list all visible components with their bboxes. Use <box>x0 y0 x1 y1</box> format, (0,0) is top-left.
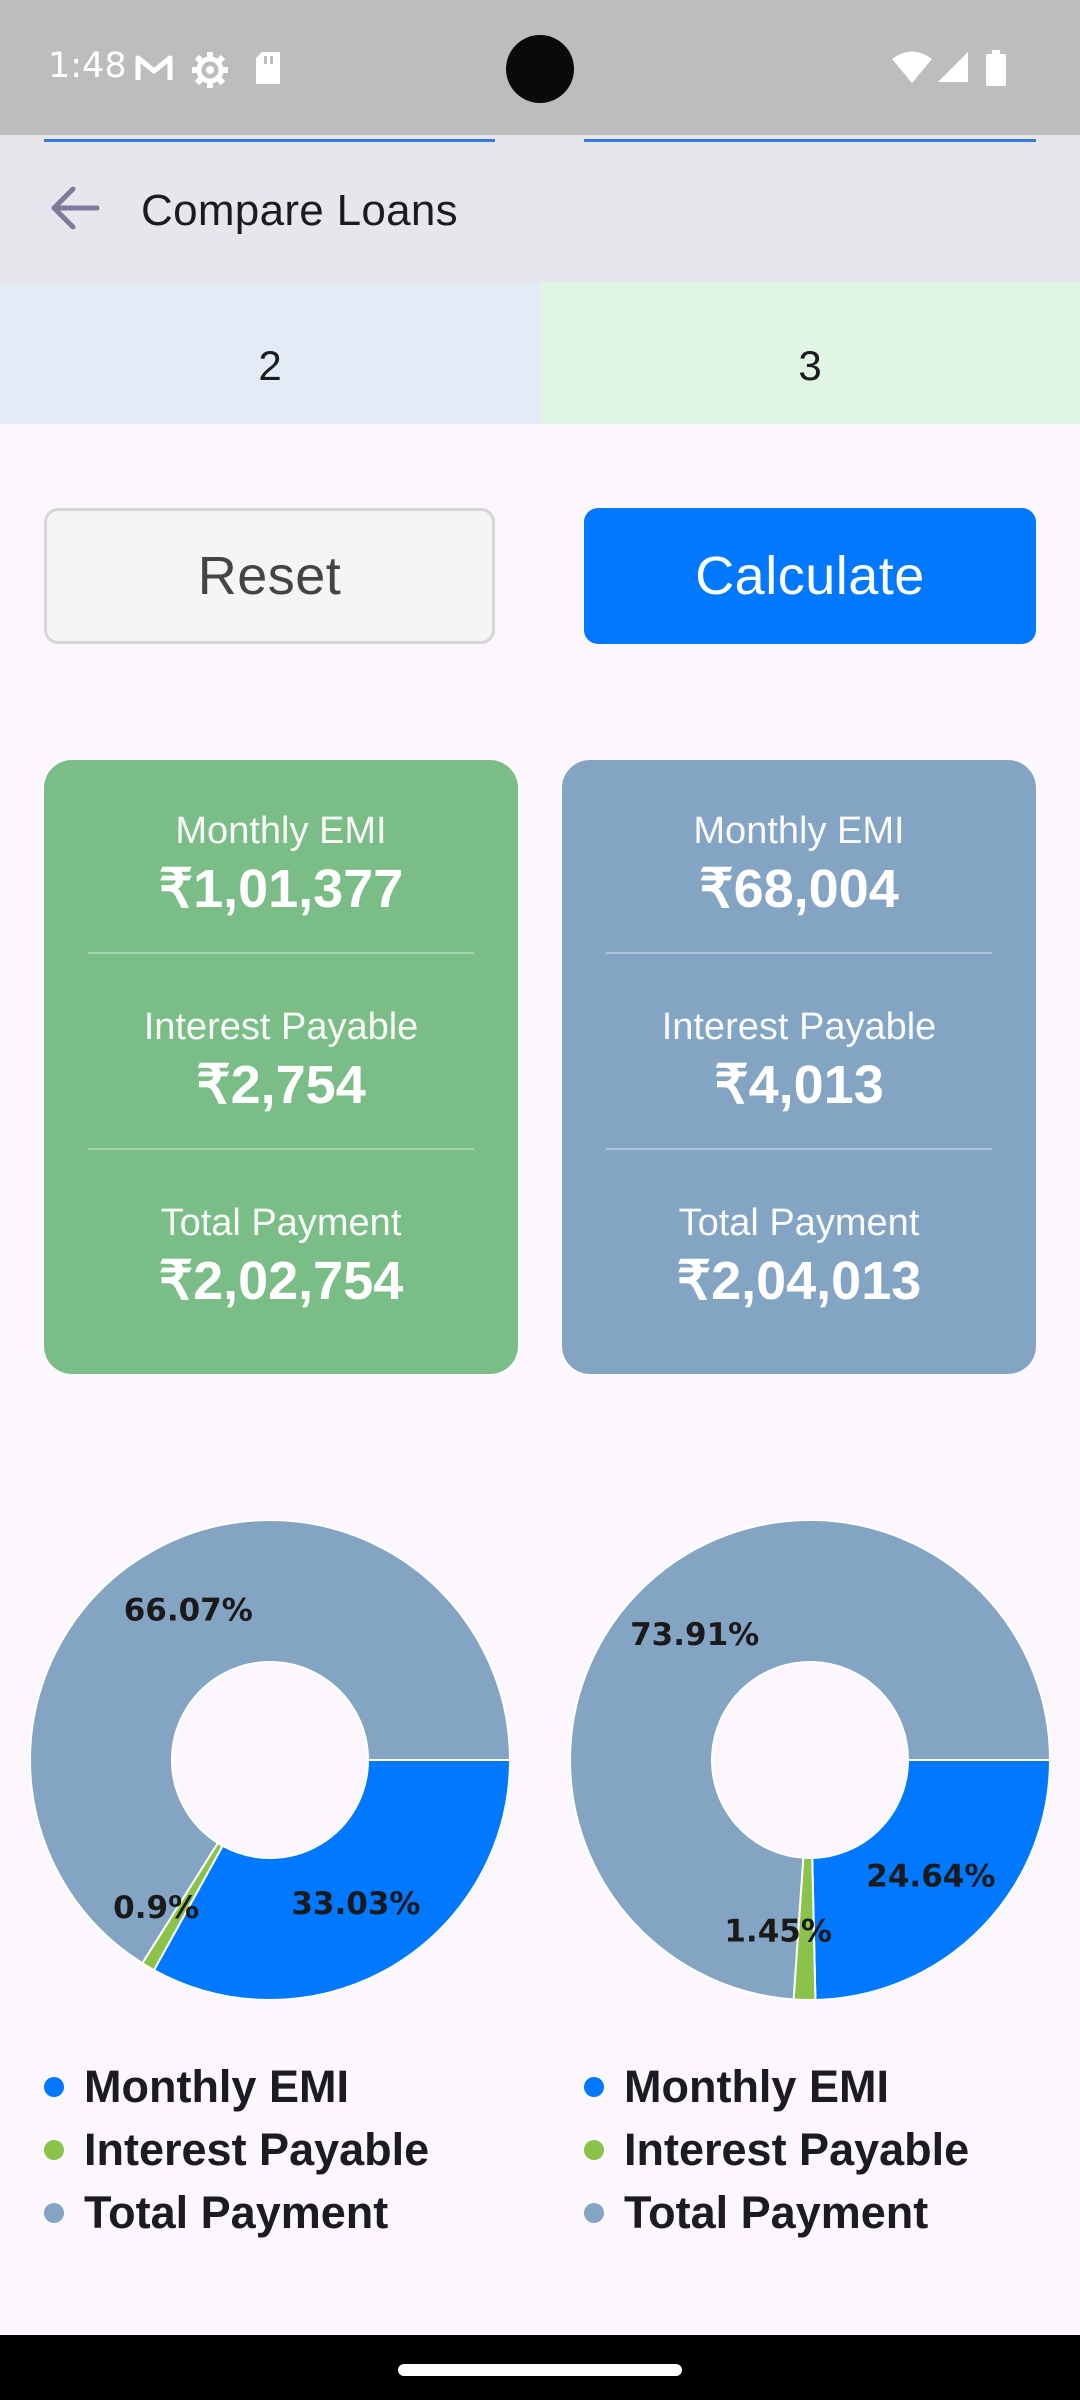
total-payment-label: Total Payment <box>678 1202 920 1244</box>
legend-label: Monthly EMI <box>624 2060 889 2112</box>
home-gesture-handle[interactable] <box>398 2364 682 2376</box>
slice-label-interest-payable: 0.9% <box>113 1890 199 1926</box>
interest-payable-value: ₹4,013 <box>714 1055 884 1115</box>
legend-dot-icon <box>584 2076 604 2097</box>
slice-label-total-payment: 66.07% <box>124 1593 253 1629</box>
interest-payable-label: Interest Payable <box>661 1006 937 1048</box>
legend-item-interest-payable: Interest Payable <box>44 2118 429 2181</box>
slice-label-total-payment: 73.91% <box>630 1617 759 1653</box>
wifi-icon <box>892 51 932 83</box>
arrow-back-icon <box>51 186 100 230</box>
legend-dot-icon <box>584 2139 604 2160</box>
total-payment-value: ₹2,04,013 <box>676 1251 922 1311</box>
total-payment-value: ₹2,02,754 <box>158 1251 404 1311</box>
reset-button[interactable]: Reset <box>44 508 495 644</box>
legend-dot-icon <box>44 2202 64 2223</box>
monthly-emi-value: ₹1,01,377 <box>158 859 404 919</box>
divider <box>88 952 474 954</box>
loan2-donut-chart: 24.64% 1.45% 73.91% <box>570 1520 1050 2000</box>
legend-item-interest-payable: Interest Payable <box>584 2118 969 2181</box>
loan2-input-underline <box>584 139 1036 142</box>
interest-payable-cell: Interest Payable ₹4,013 <box>562 1006 1036 1116</box>
monthly-emi-cell: Monthly EMI ₹1,01,377 <box>44 810 518 920</box>
loan1-donut-chart: 33.03% 0.9% 66.07% <box>30 1520 510 2000</box>
legend-item-monthly-emi: Monthly EMI <box>44 2055 429 2118</box>
status-time: 1:48 <box>48 46 127 86</box>
gmail-icon <box>135 55 173 80</box>
total-payment-cell: Total Payment ₹2,04,013 <box>562 1202 1036 1312</box>
legend-label: Total Payment <box>84 2186 389 2238</box>
loan1-chart-legend: Monthly EMI Interest Payable Total Payme… <box>44 2055 429 2244</box>
loan2-input[interactable]: 3 <box>540 282 1080 424</box>
front-camera <box>506 35 574 103</box>
page-title: Compare Loans <box>141 186 458 235</box>
legend-label: Total Payment <box>624 2186 929 2238</box>
interest-payable-cell: Interest Payable ₹2,754 <box>44 1006 518 1116</box>
slice-monthly-emi <box>152 1759 510 2000</box>
loan2-result-card: Monthly EMI ₹68,004 Interest Payable ₹4,… <box>562 760 1036 1374</box>
slice-label-monthly-emi: 33.03% <box>291 1886 420 1922</box>
monthly-emi-cell: Monthly EMI ₹68,004 <box>562 810 1036 920</box>
loan2-input-value: 3 <box>798 342 822 389</box>
slice-label-monthly-emi: 24.64% <box>866 1859 995 1895</box>
total-payment-cell: Total Payment ₹2,02,754 <box>44 1202 518 1312</box>
total-payment-label: Total Payment <box>160 1202 402 1244</box>
back-button[interactable] <box>40 170 110 246</box>
interest-payable-value: ₹2,754 <box>196 1055 366 1115</box>
legend-dot-icon <box>44 2139 64 2160</box>
legend-item-monthly-emi: Monthly EMI <box>584 2055 969 2118</box>
calculate-button[interactable]: Calculate <box>584 508 1036 644</box>
loan1-input-underline <box>44 139 495 142</box>
interest-payable-label: Interest Payable <box>143 1006 419 1048</box>
signal-icon <box>938 52 968 82</box>
divider <box>606 1148 992 1150</box>
legend-dot-icon <box>44 2076 64 2097</box>
settings-icon <box>192 52 228 88</box>
legend-item-total-payment: Total Payment <box>44 2181 429 2244</box>
battery-icon <box>986 50 1006 86</box>
loan2-chart-legend: Monthly EMI Interest Payable Total Payme… <box>584 2055 969 2244</box>
monthly-emi-label: Monthly EMI <box>693 810 905 852</box>
sd-card-icon <box>256 52 280 84</box>
loan1-result-card: Monthly EMI ₹1,01,377 Interest Payable ₹… <box>44 760 518 1374</box>
divider <box>88 1148 474 1150</box>
legend-label: Monthly EMI <box>84 2060 349 2112</box>
legend-item-total-payment: Total Payment <box>584 2181 969 2244</box>
slice-label-interest-payable: 1.45% <box>724 1913 832 1949</box>
legend-label: Interest Payable <box>624 2123 970 2175</box>
loan1-input[interactable]: 2 <box>0 282 540 424</box>
monthly-emi-label: Monthly EMI <box>175 810 387 852</box>
loan1-input-value: 2 <box>258 342 282 389</box>
divider <box>606 952 992 954</box>
legend-label: Interest Payable <box>84 2123 430 2175</box>
monthly-emi-value: ₹68,004 <box>699 859 899 919</box>
legend-dot-icon <box>584 2202 604 2223</box>
